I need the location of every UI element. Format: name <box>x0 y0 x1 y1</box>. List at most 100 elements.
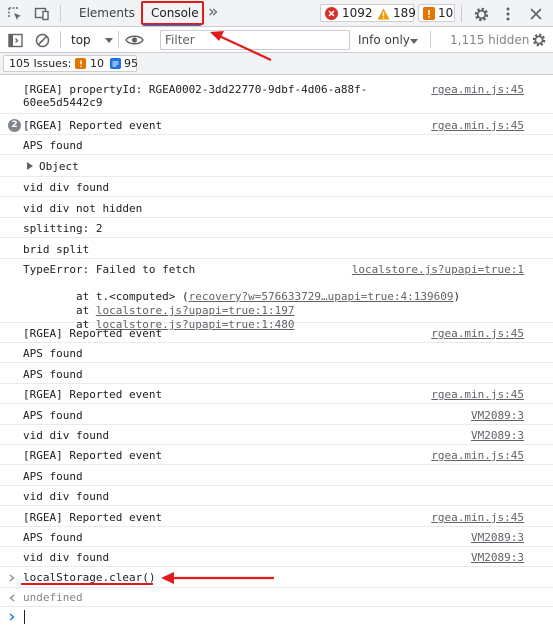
error-count-badge[interactable]: 1092 189 <box>320 4 416 22</box>
message-text: [RGEA] Reported event <box>23 388 163 401</box>
chevron-down-icon <box>409 37 419 45</box>
console-message[interactable]: brid split <box>0 238 553 259</box>
repeat-count-badge: 2 <box>8 119 21 132</box>
result-text: undefined <box>23 591 83 604</box>
message-text: vid div found <box>23 490 110 503</box>
devtools-tab-bar: Elements Console » 1092 189 10 <box>0 0 553 27</box>
issue-flag-icon <box>75 58 86 69</box>
source-link[interactable]: rgea.min.js:45 <box>431 511 524 524</box>
triangle-right-icon[interactable] <box>26 161 34 170</box>
error-icon <box>325 7 338 20</box>
log-levels-dropdown[interactable]: Info only <box>358 33 410 47</box>
more-tabs-button[interactable]: » <box>208 2 218 22</box>
console-message[interactable]: vid div found <box>0 486 553 506</box>
source-link[interactable]: rgea.min.js:45 <box>431 327 524 340</box>
inspect-element-icon[interactable] <box>6 5 24 23</box>
prompt-chevron-icon <box>8 612 16 621</box>
chevron-down-icon <box>104 36 114 44</box>
console-prompt[interactable] <box>0 607 553 627</box>
hidden-messages-count: 1,115 hidden <box>450 33 530 47</box>
source-link[interactable]: localstore.js?upapi=true:1 <box>352 263 524 276</box>
issues-bar[interactable]: 105 Issues: 10 95 <box>0 53 553 75</box>
console-message[interactable]: APS found <box>0 135 553 155</box>
message-text: APS found <box>23 531 83 544</box>
error-text: TypeError: Failed to fetch <box>23 263 196 276</box>
close-icon[interactable] <box>526 4 546 24</box>
source-link[interactable]: VM2089:3 <box>471 409 524 422</box>
message-text: vid div found <box>23 181 110 194</box>
command-underline <box>21 583 153 585</box>
context-selector[interactable]: top <box>66 31 118 49</box>
error-count: 1092 <box>342 6 373 20</box>
message-text: APS found <box>23 368 83 381</box>
message-text: brid split <box>23 243 90 256</box>
console-result: undefined <box>0 588 553 607</box>
issues-count: 10 <box>438 6 454 20</box>
console-message[interactable]: splitting: 2 <box>0 218 553 238</box>
message-text: [RGEA] Reported event <box>23 327 163 340</box>
message-text: APS found <box>23 470 83 483</box>
message-text: [RGEA] Reported event <box>23 119 163 132</box>
console-message[interactable]: APS found VM2089:3 <box>0 527 553 547</box>
more-options-icon[interactable] <box>500 4 516 24</box>
annotation-arrow <box>161 572 274 584</box>
clear-console-icon[interactable] <box>33 31 51 49</box>
source-link[interactable]: VM2089:3 <box>471 429 524 442</box>
toolbar-separator <box>60 31 61 48</box>
console-message[interactable]: vid div found VM2089:3 <box>0 425 553 445</box>
issues-label: 105 Issues: <box>9 57 72 70</box>
message-text: [RGEA] Reported event <box>23 511 163 524</box>
message-text: vid div not hidden <box>23 202 143 215</box>
message-text: [RGEA] propertyId: RGEA0002-3dd22770-9db… <box>23 83 368 109</box>
console-error-message[interactable]: TypeError: Failed to fetch localstore.js… <box>0 259 553 331</box>
console-settings-gear-icon[interactable] <box>529 30 549 50</box>
issue-flag-icon <box>423 7 435 20</box>
text-cursor <box>24 610 25 624</box>
console-message[interactable]: [RGEA] Reported event rgea.min.js:45 <box>0 384 553 404</box>
console-message[interactable]: vid div found <box>0 177 553 197</box>
tab-separator <box>60 5 61 22</box>
source-link[interactable]: VM2089:3 <box>471 551 524 564</box>
toolbar-separator <box>430 31 431 48</box>
tab-elements[interactable]: Elements <box>79 6 135 20</box>
console-message[interactable]: APS found <box>0 343 553 363</box>
message-text: vid div found <box>23 429 110 442</box>
source-link[interactable]: rgea.min.js:45 <box>431 83 524 96</box>
message-text: vid div found <box>23 551 110 564</box>
source-link[interactable]: rgea.min.js:45 <box>431 119 524 132</box>
issues-button[interactable]: 105 Issues: 10 95 <box>3 55 138 72</box>
console-message[interactable]: APS found <box>0 363 553 384</box>
console-message[interactable]: 2 [RGEA] Reported event rgea.min.js:45 <box>0 115 553 135</box>
live-expression-eye-icon[interactable] <box>123 31 145 49</box>
object-preview[interactable]: Object <box>39 160 79 173</box>
console-message[interactable]: APS found VM2089:3 <box>0 404 553 425</box>
source-link[interactable]: rgea.min.js:45 <box>431 388 524 401</box>
console-message[interactable]: vid div found VM2089:3 <box>0 547 553 567</box>
console-message[interactable]: [RGEA] Reported event rgea.min.js:45 <box>0 445 553 465</box>
issues-count-badge[interactable]: 10 <box>418 4 455 22</box>
tab-separator <box>461 5 462 22</box>
console-tab-highlight <box>141 1 204 25</box>
console-message[interactable]: APS found <box>0 465 553 486</box>
sidebar-toggle-icon[interactable] <box>6 31 24 49</box>
message-text: APS found <box>23 139 83 152</box>
chevron-right-icon <box>8 573 16 582</box>
source-link[interactable]: VM2089:3 <box>471 531 524 544</box>
annotation-arrow <box>210 31 272 61</box>
source-link[interactable]: rgea.min.js:45 <box>431 449 524 462</box>
toolbar-separator <box>118 31 119 48</box>
console-message[interactable]: Object <box>0 155 553 177</box>
issue-warning-count: 10 <box>90 57 104 70</box>
warning-icon <box>377 7 390 20</box>
device-toolbar-icon[interactable] <box>33 5 51 23</box>
console-message[interactable]: [RGEA] propertyId: RGEA0002-3dd22770-9db… <box>0 78 553 114</box>
settings-gear-icon[interactable] <box>471 4 491 24</box>
warning-count: 189 <box>393 6 416 20</box>
message-text: [RGEA] Reported event <box>23 449 163 462</box>
issue-info-count: 95 <box>124 57 138 70</box>
console-message[interactable]: vid div not hidden <box>0 197 553 218</box>
console-message[interactable]: [RGEA] Reported event rgea.min.js:45 <box>0 323 553 343</box>
issue-info-icon <box>110 58 121 69</box>
console-message[interactable]: [RGEA] Reported event rgea.min.js:45 <box>0 506 553 527</box>
message-text: APS found <box>23 409 83 422</box>
